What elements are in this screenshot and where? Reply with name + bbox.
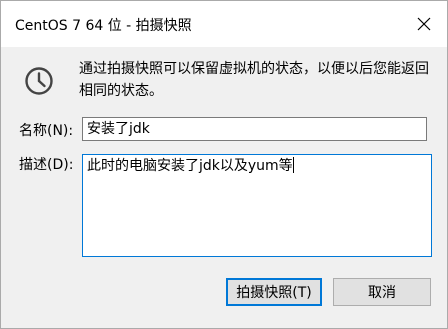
window-title: CentOS 7 64 位 - 拍摄快照 bbox=[15, 18, 192, 34]
take-snapshot-button[interactable]: 拍摄快照(T) bbox=[226, 278, 322, 306]
name-label: 名称(N): bbox=[19, 123, 74, 139]
title-bar: CentOS 7 64 位 - 拍摄快照 bbox=[1, 1, 447, 47]
text-caret bbox=[292, 157, 294, 173]
description-label: 描述(D): bbox=[19, 157, 74, 173]
cancel-button[interactable]: 取消 bbox=[333, 278, 431, 306]
description-input[interactable]: 此时的电脑安装了jdk以及yum等 bbox=[82, 154, 432, 257]
dialog-body: 通过拍摄快照可以保留虚拟机的状态，以便以后您能返回相同的状态。 名称(N): 安… bbox=[1, 47, 447, 328]
description-text: 此时的电脑安装了jdk以及yum等 bbox=[87, 158, 293, 174]
clock-icon bbox=[25, 67, 53, 95]
take-snapshot-dialog: CentOS 7 64 位 - 拍摄快照 通过拍摄快照可以保留虚拟机的状态，以便… bbox=[0, 0, 448, 329]
name-input[interactable]: 安装了jdk bbox=[82, 117, 427, 141]
close-icon bbox=[417, 17, 431, 31]
info-message: 通过拍摄快照可以保留虚拟机的状态，以便以后您能返回相同的状态。 bbox=[79, 61, 429, 99]
take-snapshot-label: 拍摄快照(T) bbox=[236, 285, 312, 301]
cancel-label: 取消 bbox=[368, 285, 396, 301]
close-button[interactable] bbox=[401, 1, 447, 47]
